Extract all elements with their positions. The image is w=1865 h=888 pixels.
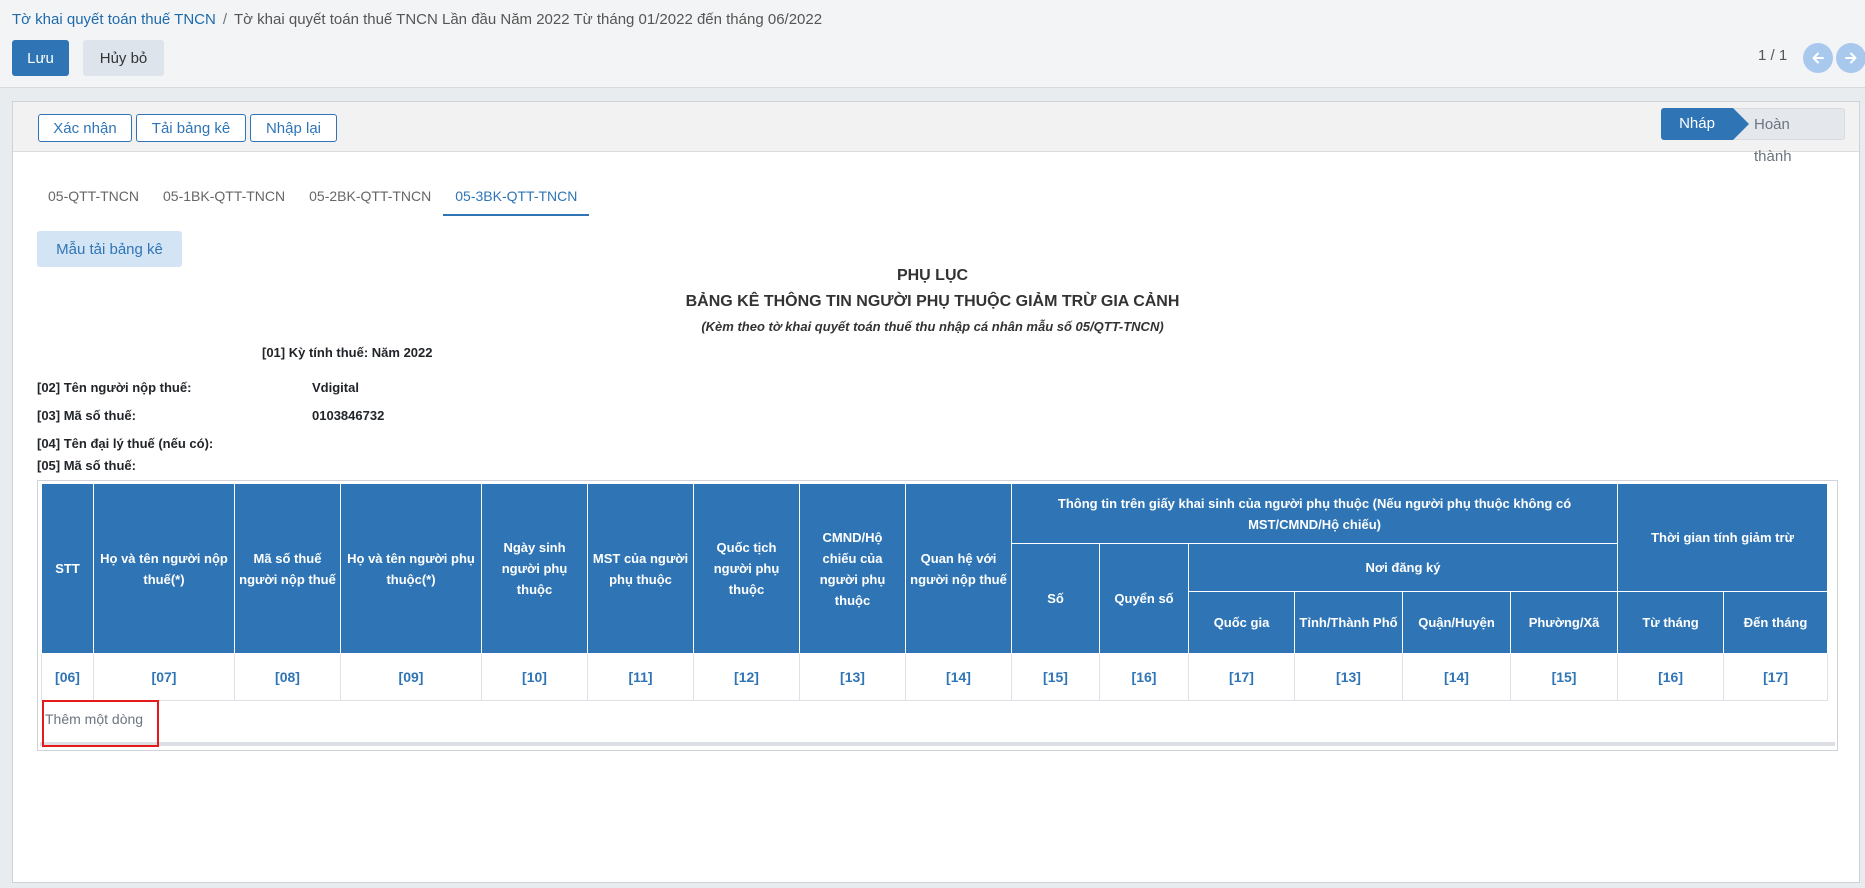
header-district: Quận/Huyện [1402,591,1511,654]
taxpayer-name-label: [02] Tên người nộp thuế: [37,380,192,395]
status-step-draft[interactable]: Nháp [1661,108,1749,140]
dependents-table: STT Họ và tên người nộp thuế(*) Mã số th… [41,483,1829,701]
column-code: [13] [1294,653,1403,701]
table-scroll-track [40,742,1835,746]
column-code: [15] [1011,653,1100,701]
column-code: [09] [340,653,482,701]
column-code: [16] [1099,653,1189,701]
import-list-button[interactable]: Tải bảng kê [136,114,246,142]
column-code: [10] [481,653,588,701]
header-birth-certificate-group: Thông tin trên giấy khai sinh của người … [1010,483,1619,544]
tax-code-label: [03] Mã số thuế: [37,408,136,423]
column-code: [17] [1723,653,1829,701]
column-code-row: [06] [07] [08] [09] [10] [11] [12] [13] … [41,653,1829,701]
header-stt: STT [41,483,94,654]
column-code: [07] [93,653,235,701]
status-step-done[interactable]: Hoàn thành [1733,108,1845,165]
column-code: [08] [234,653,341,701]
arrow-left-icon [1812,52,1824,64]
header-province: Tỉnh/Thành Phố [1294,591,1403,654]
column-code: [12] [693,653,800,701]
header-taxpayer-tax-code: Mã số thuế người nộp thuế [234,483,341,654]
reset-button[interactable]: Nhập lại [250,114,337,142]
header-registration-place-group: Nơi đăng ký [1187,543,1619,592]
control-panel: Tờ khai quyết toán thuế TNCN / Tờ khai quy… [0,0,1865,88]
breadcrumb-parent-link[interactable]: Tờ khai quyết toán thuế TNCN [12,11,216,28]
header-from-month: Từ tháng [1617,591,1725,654]
document-title: BẢNG KÊ THÔNG TIN NGƯỜI PHỤ THUỘC GIẢM T… [685,293,1180,310]
header-certificate-book: Quyển số [1099,543,1189,654]
breadcrumb-separator: / [222,11,227,28]
header-dependent-tax-code: MST của người phụ thuộc [587,483,694,654]
form-statusbar: Xác nhận Tải bảng kê Nhập lại Nháp Hoàn … [13,102,1859,165]
document-title-appendix: PHỤ LỤC [896,267,969,284]
header-dependent-name: Họ và tên người phụ thuộc(*) [340,483,482,654]
column-code: [14] [1402,653,1511,701]
status-steps: Nháp Hoàn thành [1661,108,1845,165]
arrow-right-icon [1845,52,1857,64]
tax-code-value: 0103846732 [312,408,385,423]
header-nationality: Quốc tịch người phụ thuộc [693,483,800,654]
header-country: Quốc gia [1188,591,1295,654]
header-taxpayer-name: Họ và tên người nộp thuế(*) [93,483,235,654]
header-relationship: Quan hệ với người nộp thuế [905,483,1012,654]
tab-05-1bk-qtt-tncn[interactable]: 05-1BK-QTT-TNCN [151,176,297,216]
highlight-annotation-box [42,700,159,747]
header-to-month: Đến tháng [1723,591,1829,654]
header-certificate-number: Số [1011,543,1100,654]
taxpayer-name-value: Vdigital [312,380,359,395]
tab-05-2bk-qtt-tncn[interactable]: 05-2BK-QTT-TNCN [297,176,443,216]
save-button[interactable]: Lưu [12,40,69,76]
pager-previous-button[interactable] [1803,43,1833,73]
header-ward: Phường/Xã [1509,591,1619,654]
tab-05-qtt-tncn[interactable]: 05-QTT-TNCN [36,176,151,216]
column-code: [11] [587,653,694,701]
download-template-button[interactable]: Mẫu tải bảng kê [37,231,182,267]
pager-value: 1 / 1 [1758,47,1788,64]
tax-agent-name-label: [04] Tên đại lý thuế (nếu có): [37,436,214,451]
notebook-tabs: 05-QTT-TNCN 05-1BK-QTT-TNCN 05-2BK-QTT-T… [36,176,590,216]
header-id-number: CMND/Hộ chiếu của người phụ thuộc [799,483,906,654]
dependents-table-container: STT Họ và tên người nộp thuế(*) Mã số th… [37,480,1838,751]
discard-button[interactable]: Hủy bỏ [83,40,164,76]
breadcrumb-current: Tờ khai quyết toán thuế TNCN Lần đầu Năm… [234,11,823,28]
header-birth-date: Ngày sinh người phụ thuộc [481,483,588,654]
column-code: [14] [905,653,1012,701]
column-code: [17] [1188,653,1295,701]
document-subtitle: (Kèm theo tờ khai quyết toán thuế thu nh… [701,319,1164,334]
tab-05-3bk-qtt-tncn[interactable]: 05-3BK-QTT-TNCN [443,176,590,216]
tax-period-label: [01] Kỳ tính thuế: Năm 2022 [262,345,433,360]
breadcrumb: Tờ khai quyết toán thuế TNCN / Tờ khai quy… [12,11,822,28]
column-code: [13] [799,653,906,701]
column-code: [15] [1509,653,1619,701]
pager-next-button[interactable] [1836,43,1865,73]
tax-agent-code-label: [05] Mã số thuế: [37,458,136,473]
column-code: [06] [41,653,94,701]
confirm-button[interactable]: Xác nhận [38,114,132,142]
header-deduction-period-group: Thời gian tính giảm trừ [1617,483,1829,592]
column-code: [16] [1617,653,1725,701]
